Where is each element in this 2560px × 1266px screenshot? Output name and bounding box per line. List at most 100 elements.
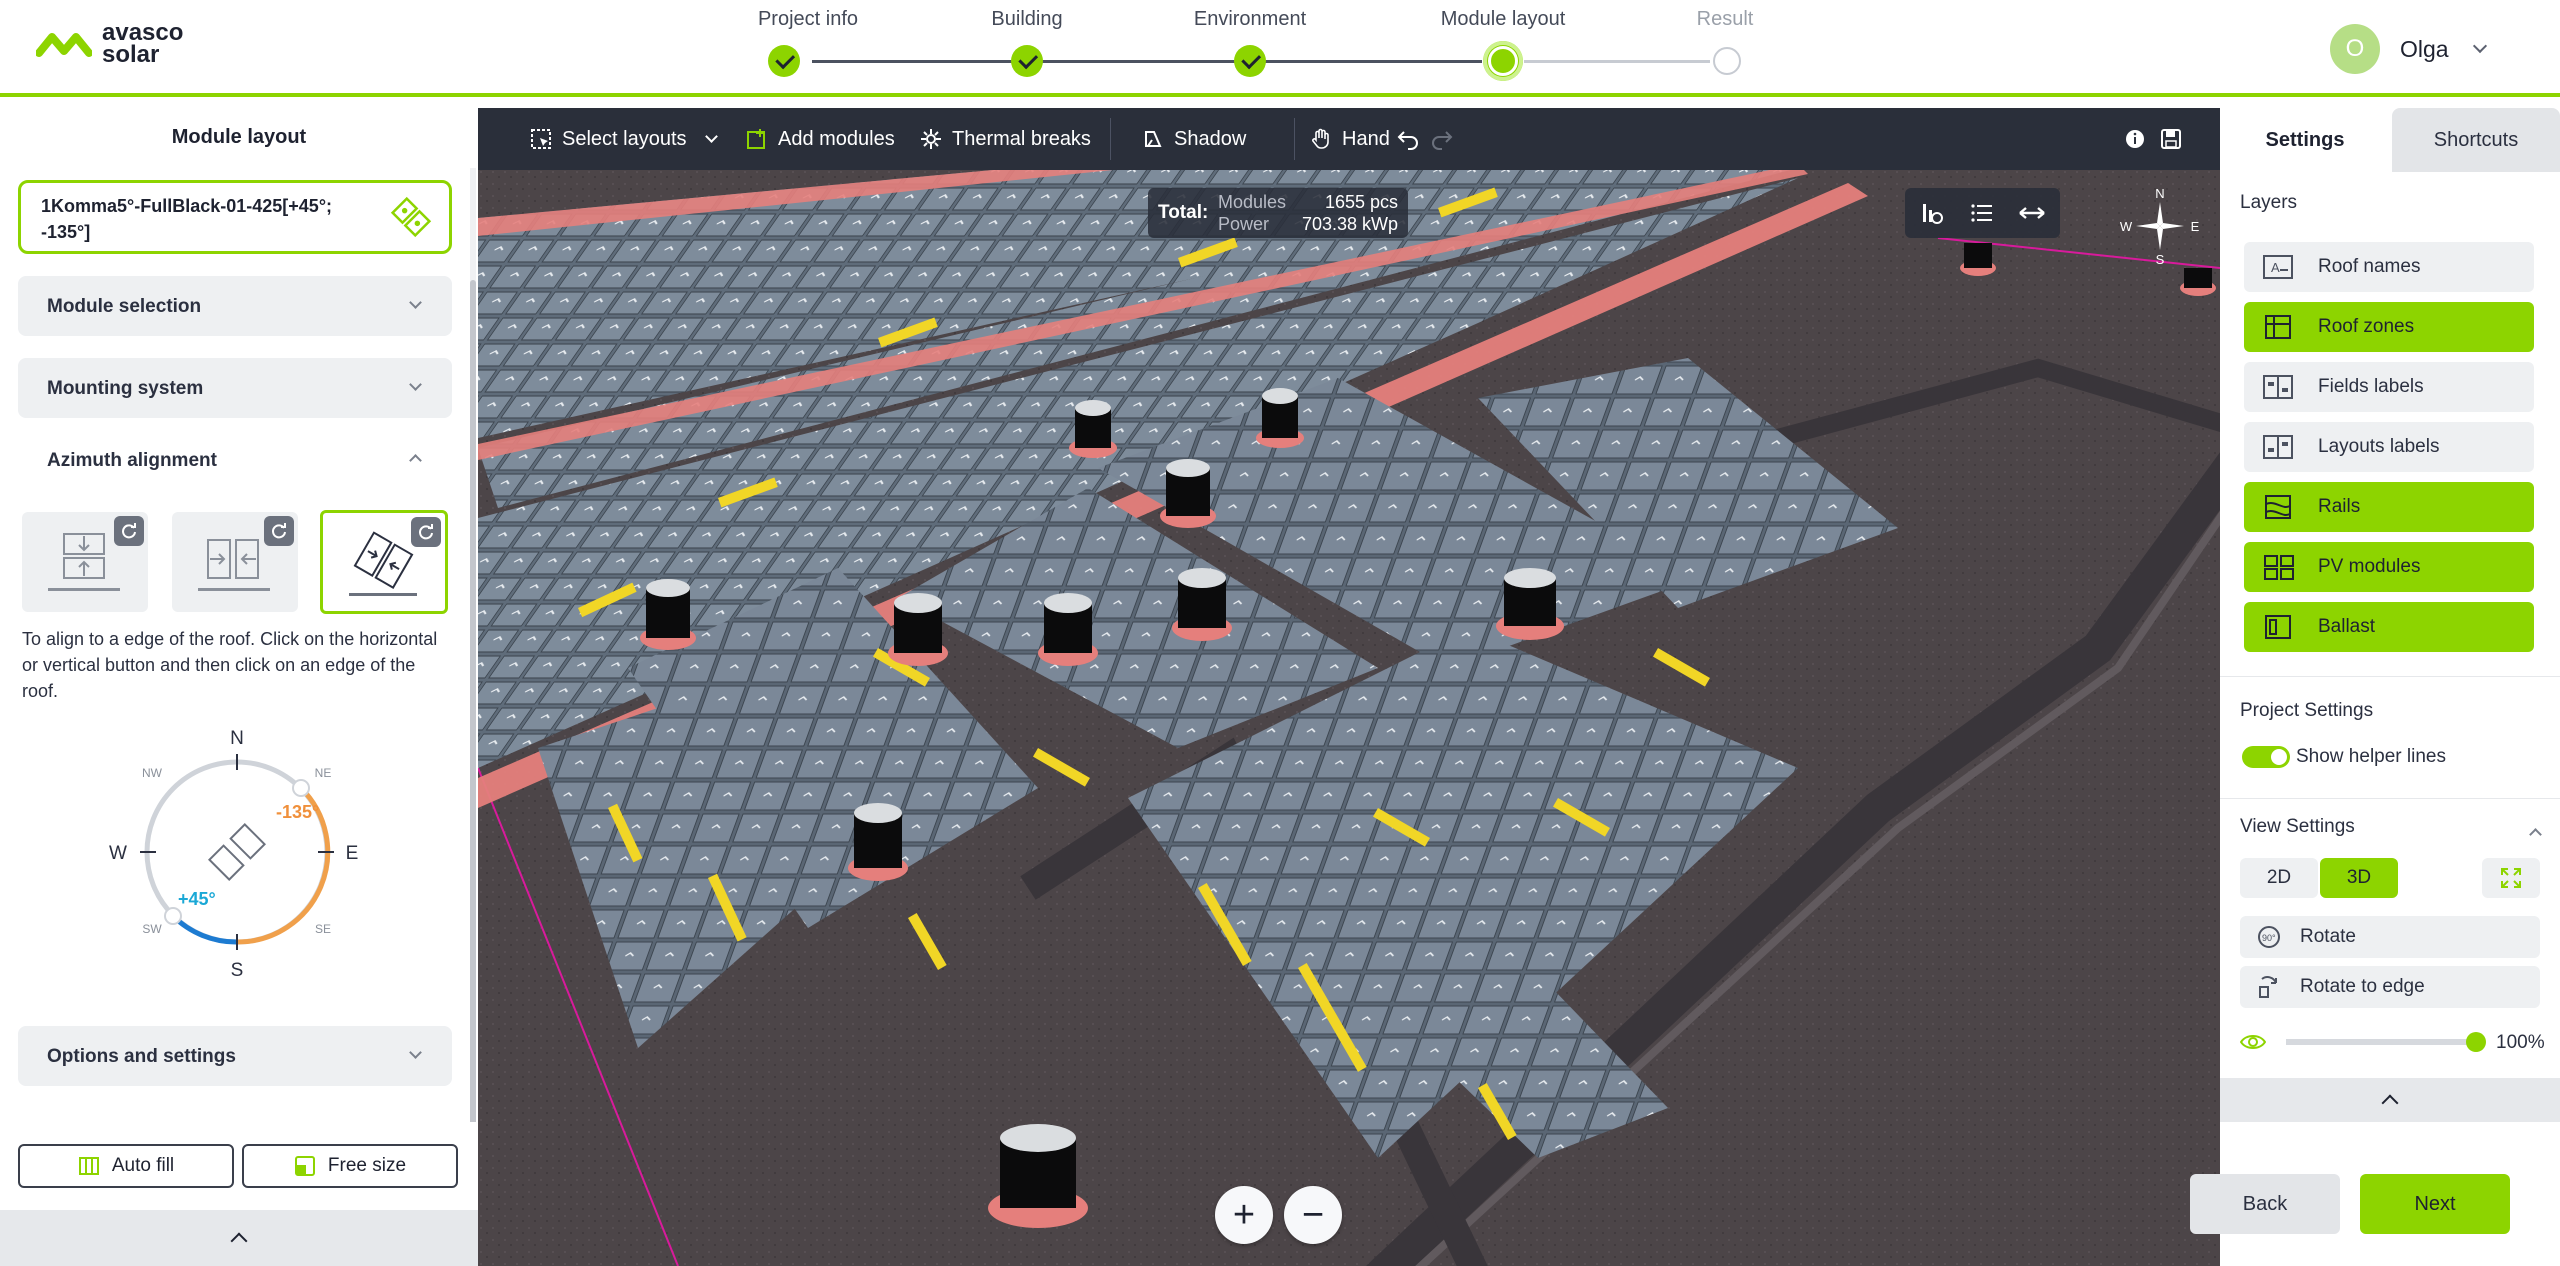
options-settings-accordion[interactable]: Options and settings [18, 1026, 452, 1086]
layouts-labels-icon [2263, 435, 2293, 459]
align-angle-option[interactable] [320, 510, 448, 614]
eye-icon[interactable] [2240, 1032, 2266, 1052]
azimuth-compass[interactable]: N S W E NW NE SW SE -135° +45° [100, 720, 380, 990]
step-done-check-icon[interactable] [1234, 45, 1266, 77]
layer-fields-labels[interactable]: Fields labels [2244, 362, 2534, 412]
step-done-check-icon[interactable] [1011, 45, 1043, 77]
align-horizontal-option[interactable] [22, 512, 148, 612]
next-button[interactable]: Next [2360, 1174, 2510, 1234]
svg-text:A: A [2271, 260, 2280, 275]
step-label-environment[interactable]: Environment [1194, 8, 1306, 31]
view-3d-button[interactable]: 3D [2320, 858, 2398, 898]
chevron-up-icon [230, 1232, 248, 1250]
compass-handle-b[interactable] [164, 907, 182, 925]
rotate-button[interactable]: 90° Rotate [2240, 916, 2540, 958]
list-icon[interactable] [1967, 198, 1997, 228]
refresh-icon [272, 523, 286, 539]
reset-angle-button[interactable] [411, 517, 441, 547]
layer-roof-zones[interactable]: Roof zones [2244, 302, 2534, 352]
layer-ballast[interactable]: Ballast [2244, 602, 2534, 652]
rotate-to-edge-button[interactable]: Rotate to edge [2240, 966, 2540, 1008]
right-panel-collapse-button[interactable] [2220, 1078, 2560, 1122]
step-current-indicator[interactable] [1483, 41, 1523, 81]
opacity-slider-fill [2286, 1039, 2476, 1045]
chevron-up-icon[interactable] [2529, 828, 2542, 841]
power-value: 703.38 kWp [1301, 214, 1398, 234]
progress-stepper: Project info Building Environment Module… [740, 0, 1780, 90]
chevron-down-icon[interactable] [2472, 38, 2487, 54]
roof-scene[interactable] [478, 108, 2220, 1266]
free-size-button[interactable]: Free size [242, 1144, 458, 1188]
tab-shortcuts[interactable]: Shortcuts [2392, 108, 2560, 172]
brand-logo[interactable]: avasco solar [36, 21, 183, 67]
power-label: Power [1218, 214, 1270, 234]
layer-label: PV modules [2318, 556, 2421, 577]
layer-roof-names[interactable]: A Roof names [2244, 242, 2534, 292]
3d-viewport[interactable] [478, 108, 2220, 1266]
compass-n: N [230, 728, 244, 749]
compass-handle-a[interactable] [292, 779, 310, 797]
user-menu[interactable]: O Olga [2330, 24, 2487, 74]
left-panel-collapse-button[interactable] [0, 1210, 478, 1266]
layer-rails[interactable]: Rails [2244, 482, 2534, 532]
layer-layouts-labels[interactable]: Layouts labels [2244, 422, 2534, 472]
project-settings-heading: Project Settings [2240, 700, 2374, 721]
layer-pv-modules[interactable]: PV modules [2244, 542, 2534, 592]
module-selection-accordion[interactable]: Module selection [18, 276, 452, 336]
reset-horizontal-button[interactable] [114, 516, 144, 546]
layout-card[interactable]: 1Komma5°-FullBlack-01-425[+45°; -135°] [18, 180, 452, 254]
opacity-slider[interactable] [2286, 1032, 2486, 1052]
add-modules-button[interactable]: Add modules [746, 108, 895, 170]
step-label-project-info[interactable]: Project info [758, 8, 858, 31]
shadow-label: Shadow [1174, 127, 1247, 150]
thermal-breaks-button[interactable]: Thermal breaks [920, 108, 1091, 170]
back-button[interactable]: Back [2190, 1174, 2340, 1234]
compass-rose-icon: N E S W [2120, 186, 2200, 266]
zoom-out-button[interactable]: − [1284, 1186, 1342, 1244]
left-panel-footer: Auto fill Free size [0, 1122, 478, 1266]
hand-tool-button[interactable]: Hand [1300, 108, 1400, 170]
step-done-check-icon[interactable] [768, 45, 800, 77]
zoom-in-button[interactable]: + [1215, 1186, 1273, 1244]
add-modules-label: Add modules [778, 127, 895, 150]
view-2d-button[interactable]: 2D [2240, 858, 2318, 898]
chevron-down-icon [704, 130, 718, 143]
align-instructions: To align to a edge of the roof. Click on… [22, 629, 438, 701]
select-layouts-dropdown[interactable]: Select layouts [530, 108, 718, 170]
mounting-system-accordion[interactable]: Mounting system [18, 358, 452, 418]
step-label-building[interactable]: Building [991, 8, 1062, 31]
step-label-module-layout[interactable]: Module layout [1441, 8, 1566, 31]
view-settings-heading[interactable]: View Settings [2240, 816, 2355, 838]
fields-labels-icon [2263, 375, 2293, 399]
scrollbar-thumb[interactable] [470, 280, 476, 1230]
measure-icon[interactable] [2017, 198, 2047, 228]
azimuth-alignment-label[interactable]: Azimuth alignment [47, 450, 217, 472]
divider [2220, 676, 2560, 677]
chevron-up-icon[interactable] [409, 454, 422, 467]
tab-settings[interactable]: Settings [2220, 108, 2390, 172]
compass-nw: NW [142, 766, 163, 780]
auto-fill-button[interactable]: Auto fill [18, 1144, 234, 1188]
layer-label: Rails [2318, 496, 2361, 517]
reset-vertical-button[interactable] [264, 516, 294, 546]
auto-fill-label: Auto fill [111, 1155, 175, 1176]
module-selection-label: Module selection [47, 296, 202, 317]
save-button[interactable] [2160, 108, 2182, 170]
statistics-icon[interactable] [1917, 198, 1947, 228]
user-name[interactable]: Olga [2400, 36, 2449, 63]
avatar[interactable]: O [2330, 24, 2380, 74]
toolbar-divider [1294, 118, 1295, 160]
fullscreen-button[interactable] [2482, 858, 2540, 898]
info-button[interactable] [2124, 108, 2146, 170]
auto-fill-icon [78, 1157, 99, 1175]
options-settings-label: Options and settings [47, 1046, 236, 1067]
helper-lines-toggle[interactable] [2242, 746, 2290, 768]
select-layouts-icon [531, 129, 551, 149]
shadow-button[interactable]: Shadow [1142, 108, 1246, 170]
opacity-slider-knob[interactable] [2466, 1032, 2486, 1052]
undo-button[interactable] [1396, 108, 1420, 170]
redo-button[interactable] [1430, 108, 1454, 170]
thermal-breaks-icon [921, 129, 941, 149]
compass-e: E [346, 843, 359, 864]
align-vertical-option[interactable] [172, 512, 298, 612]
